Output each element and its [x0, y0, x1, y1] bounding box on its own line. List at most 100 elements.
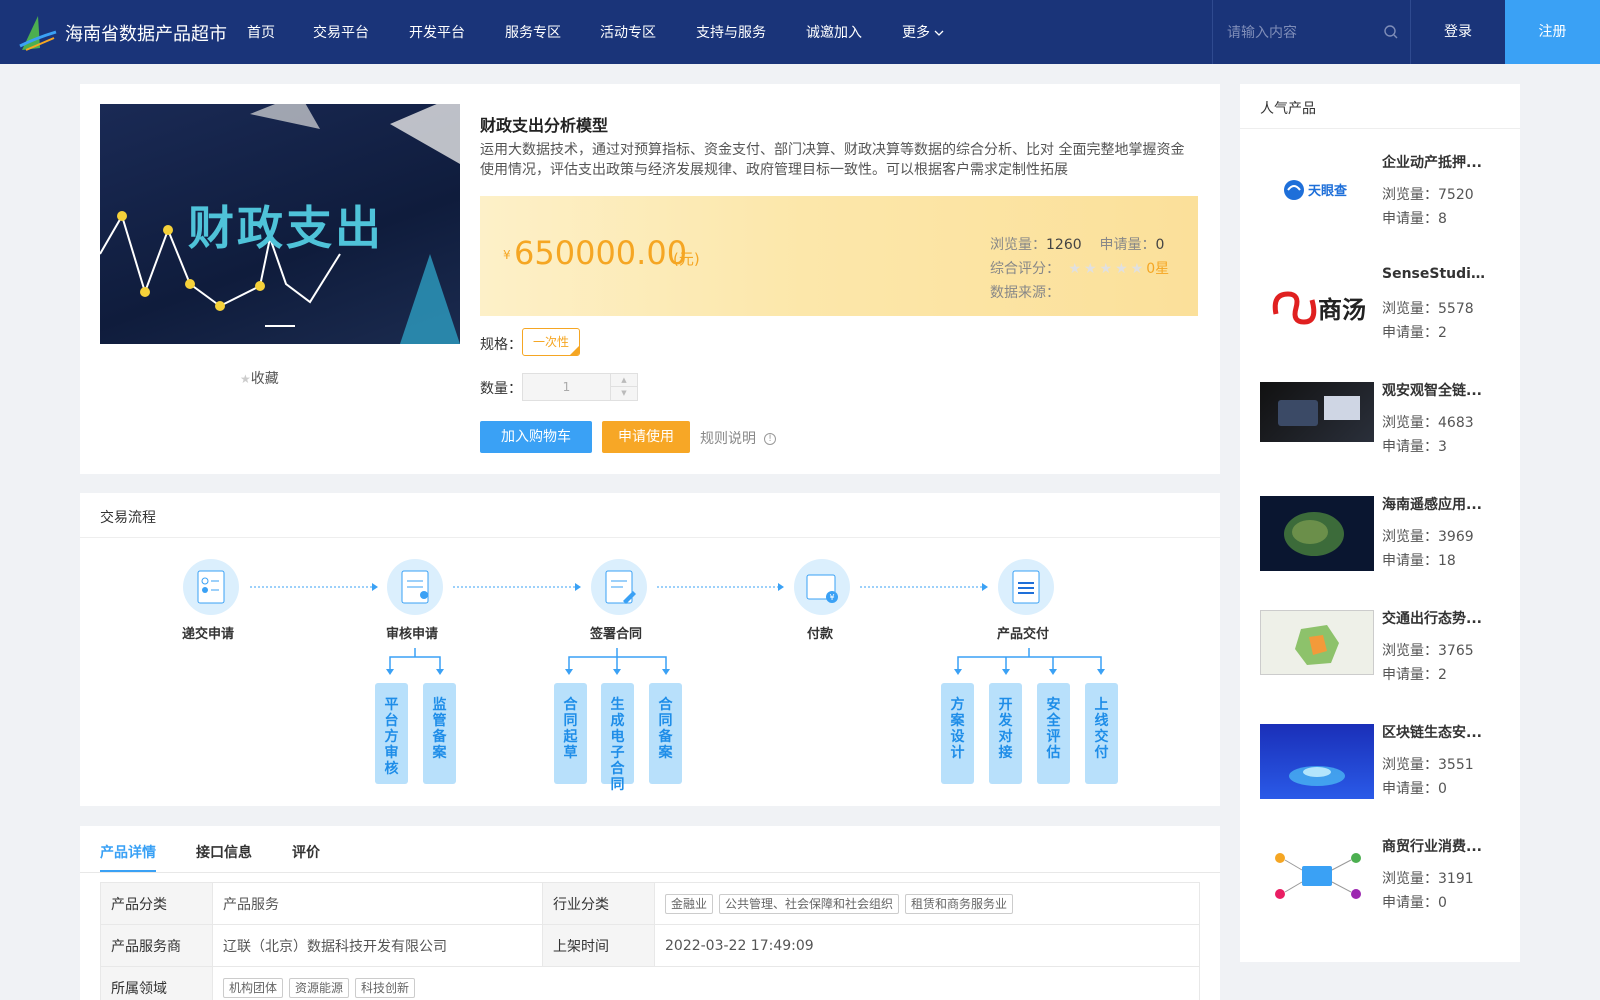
price-value: 650000.00 — [514, 234, 688, 272]
stats-row: 浏览量：1260 申请量：0 — [990, 234, 1164, 254]
svg-text:¥: ¥ — [829, 593, 834, 602]
product-thumbnail — [1260, 724, 1374, 799]
quantity-input[interactable] — [523, 374, 610, 400]
sub-step-char: 电 — [610, 729, 625, 745]
register-button[interactable]: 注册 — [1505, 0, 1600, 64]
popular-item[interactable]: 交通出行态势... 浏览量：3765 申请量：2 — [1260, 610, 1510, 710]
quantity-label: 数量： — [480, 381, 522, 397]
login-button[interactable]: 登录 — [1411, 0, 1505, 64]
nav-more-label: 更多 — [902, 25, 930, 41]
nav-more[interactable]: 更多 — [902, 22, 944, 42]
sub-step-char: 全 — [1046, 713, 1061, 729]
step-review-label: 审核申请 — [386, 627, 439, 642]
rules-link[interactable]: 规则说明! — [700, 428, 776, 448]
favorite-label: 收藏 — [250, 371, 279, 387]
nav-home[interactable]: 首页 — [247, 22, 275, 42]
sub-step-char: 台 — [384, 713, 399, 729]
sub-step-solution-design: 方案设计 — [941, 683, 974, 784]
popular-item-name: 区块链生态安... — [1382, 725, 1482, 741]
traffic-map-icon — [1295, 625, 1339, 665]
sub-step-char: 发 — [998, 713, 1013, 729]
sub-step-char: 上 — [1094, 697, 1109, 713]
add-to-cart-button[interactable]: 加入购物车 — [480, 421, 592, 453]
sub-step-char: 线 — [1094, 713, 1109, 729]
search-input[interactable] — [1227, 22, 1367, 44]
product-image[interactable]: 财政支出 — [100, 104, 460, 344]
spec-label: 规格： — [480, 337, 522, 353]
popular-item-views: 浏览量：3551 — [1382, 757, 1474, 773]
applications-label: 申请量： — [1099, 237, 1156, 253]
nav-join[interactable]: 诚邀加入 — [806, 22, 862, 42]
tab-api-info[interactable]: 接口信息 — [196, 842, 252, 862]
product-description: 运用大数据技术，通过对预算指标、资金支付、部门决算、财政决算等数据的综合分析、比… — [480, 142, 1185, 178]
popular-item-applications: 申请量：0 — [1382, 781, 1447, 797]
step-contract-label: 签署合同 — [590, 627, 643, 642]
sub-step-char: 付 — [1094, 745, 1109, 761]
popular-item[interactable]: 海南遥感应用... 浏览量：3969 申请量：18 — [1260, 496, 1510, 596]
popular-item-applications: 申请量：8 — [1382, 211, 1447, 227]
spec-option-label: 一次性 — [532, 335, 569, 349]
provider-label: 产品服务商 — [100, 924, 213, 967]
popular-item[interactable]: 区块链生态安... 浏览量：3551 申请量：0 — [1260, 724, 1510, 824]
sub-step-char: 监 — [432, 697, 447, 713]
sub-step-char: 生 — [610, 697, 625, 713]
sub-step-char: 同 — [658, 713, 673, 729]
domain-tag: 资源能源 — [289, 977, 350, 998]
nav-trading-platform[interactable]: 交易平台 — [313, 22, 369, 42]
popular-item-name: SenseStudio... — [1382, 266, 1492, 282]
sub-step-char: 备 — [658, 729, 673, 745]
sub-step-char: 备 — [432, 729, 447, 745]
sub-step-char: 方 — [384, 729, 399, 745]
chevron-up-icon[interactable]: ▲ — [610, 374, 637, 387]
data-source: 数据来源： — [990, 285, 1060, 301]
info-icon: ! — [764, 433, 776, 445]
domain-tags: 机构团体 资源能源 科技创新 — [212, 966, 1200, 1000]
popular-item[interactable]: 商贸行业消费... 浏览量：3191 申请量：0 — [1260, 838, 1510, 938]
chevron-down-icon[interactable]: ▼ — [610, 387, 637, 400]
nav-activity-zone[interactable]: 活动专区 — [600, 22, 656, 42]
applications-count: 0 — [1155, 237, 1165, 253]
site-title[interactable]: 海南省数据产品超市 — [65, 20, 227, 46]
popular-item-applications: 申请量：2 — [1382, 667, 1447, 683]
sub-step-regulatory-filing: 监管备案 — [423, 683, 456, 784]
product-info-table: 产品分类 产品服务 行业分类 金融业 公共管理、社会保障和社会组织 租赁和商务服务业… — [100, 882, 1200, 1000]
category-value: 产品服务 — [212, 882, 543, 925]
tab-reviews[interactable]: 评价 — [292, 842, 320, 862]
delivery-icon — [1012, 570, 1040, 604]
sub-step-e-contract: 生成电子合同 — [601, 683, 634, 793]
thumbnail-logo-text: 天眼查 — [1308, 184, 1348, 199]
nav-service-zone[interactable]: 服务专区 — [505, 22, 561, 42]
nav-dev-platform[interactable]: 开发平台 — [409, 22, 465, 42]
popular-item-applications: 申请量：18 — [1382, 553, 1456, 569]
search-icon[interactable] — [1383, 24, 1399, 40]
sub-step-char: 设 — [950, 729, 965, 745]
sub-step-char: 同 — [610, 777, 625, 793]
sub-step-char: 合 — [610, 761, 625, 777]
spec-option-one-time[interactable]: 一次性 — [522, 328, 580, 356]
popular-products-sidebar: 人气产品 天眼查 企业动产抵押... 浏览量：7520 申请量：8 商汤 Sen… — [1240, 84, 1520, 962]
sub-step-char: 合 — [563, 697, 578, 713]
tab-product-details[interactable]: 产品详情 — [100, 842, 156, 862]
popular-item[interactable]: 天眼查 企业动产抵押... 浏览量：7520 申请量：8 — [1260, 154, 1510, 254]
search-box — [1212, 0, 1411, 64]
chevron-down-icon — [934, 30, 944, 36]
logo-icon[interactable] — [18, 12, 58, 52]
apply-button[interactable]: 申请使用 — [602, 421, 690, 453]
sub-step-char: 起 — [563, 729, 578, 745]
rating-stars-icon: ★★★★★ — [1068, 261, 1147, 277]
favorite-button[interactable]: ★收藏 — [240, 368, 279, 388]
consumer-network-icon — [1275, 853, 1361, 899]
carousel-indicator[interactable] — [265, 325, 295, 327]
sub-step-char: 计 — [950, 745, 965, 761]
thumbnail-logo-text: 商汤 — [1318, 296, 1366, 324]
popular-item-applications: 申请量：2 — [1382, 325, 1447, 341]
sub-step-char: 平 — [384, 697, 399, 713]
popular-item[interactable]: 商汤 SenseStudio... 浏览量：5578 申请量：2 — [1260, 266, 1510, 368]
industry-label: 行业分类 — [542, 882, 655, 925]
sub-step-char: 案 — [432, 745, 447, 761]
nav-support[interactable]: 支持与服务 — [696, 22, 766, 42]
popular-item[interactable]: 观安观智全链... 浏览量：4683 申请量：3 — [1260, 382, 1510, 482]
product-thumbnail — [1260, 496, 1374, 571]
popular-item-views: 浏览量：3191 — [1382, 871, 1474, 887]
sub-step-char: 安 — [1046, 697, 1061, 713]
